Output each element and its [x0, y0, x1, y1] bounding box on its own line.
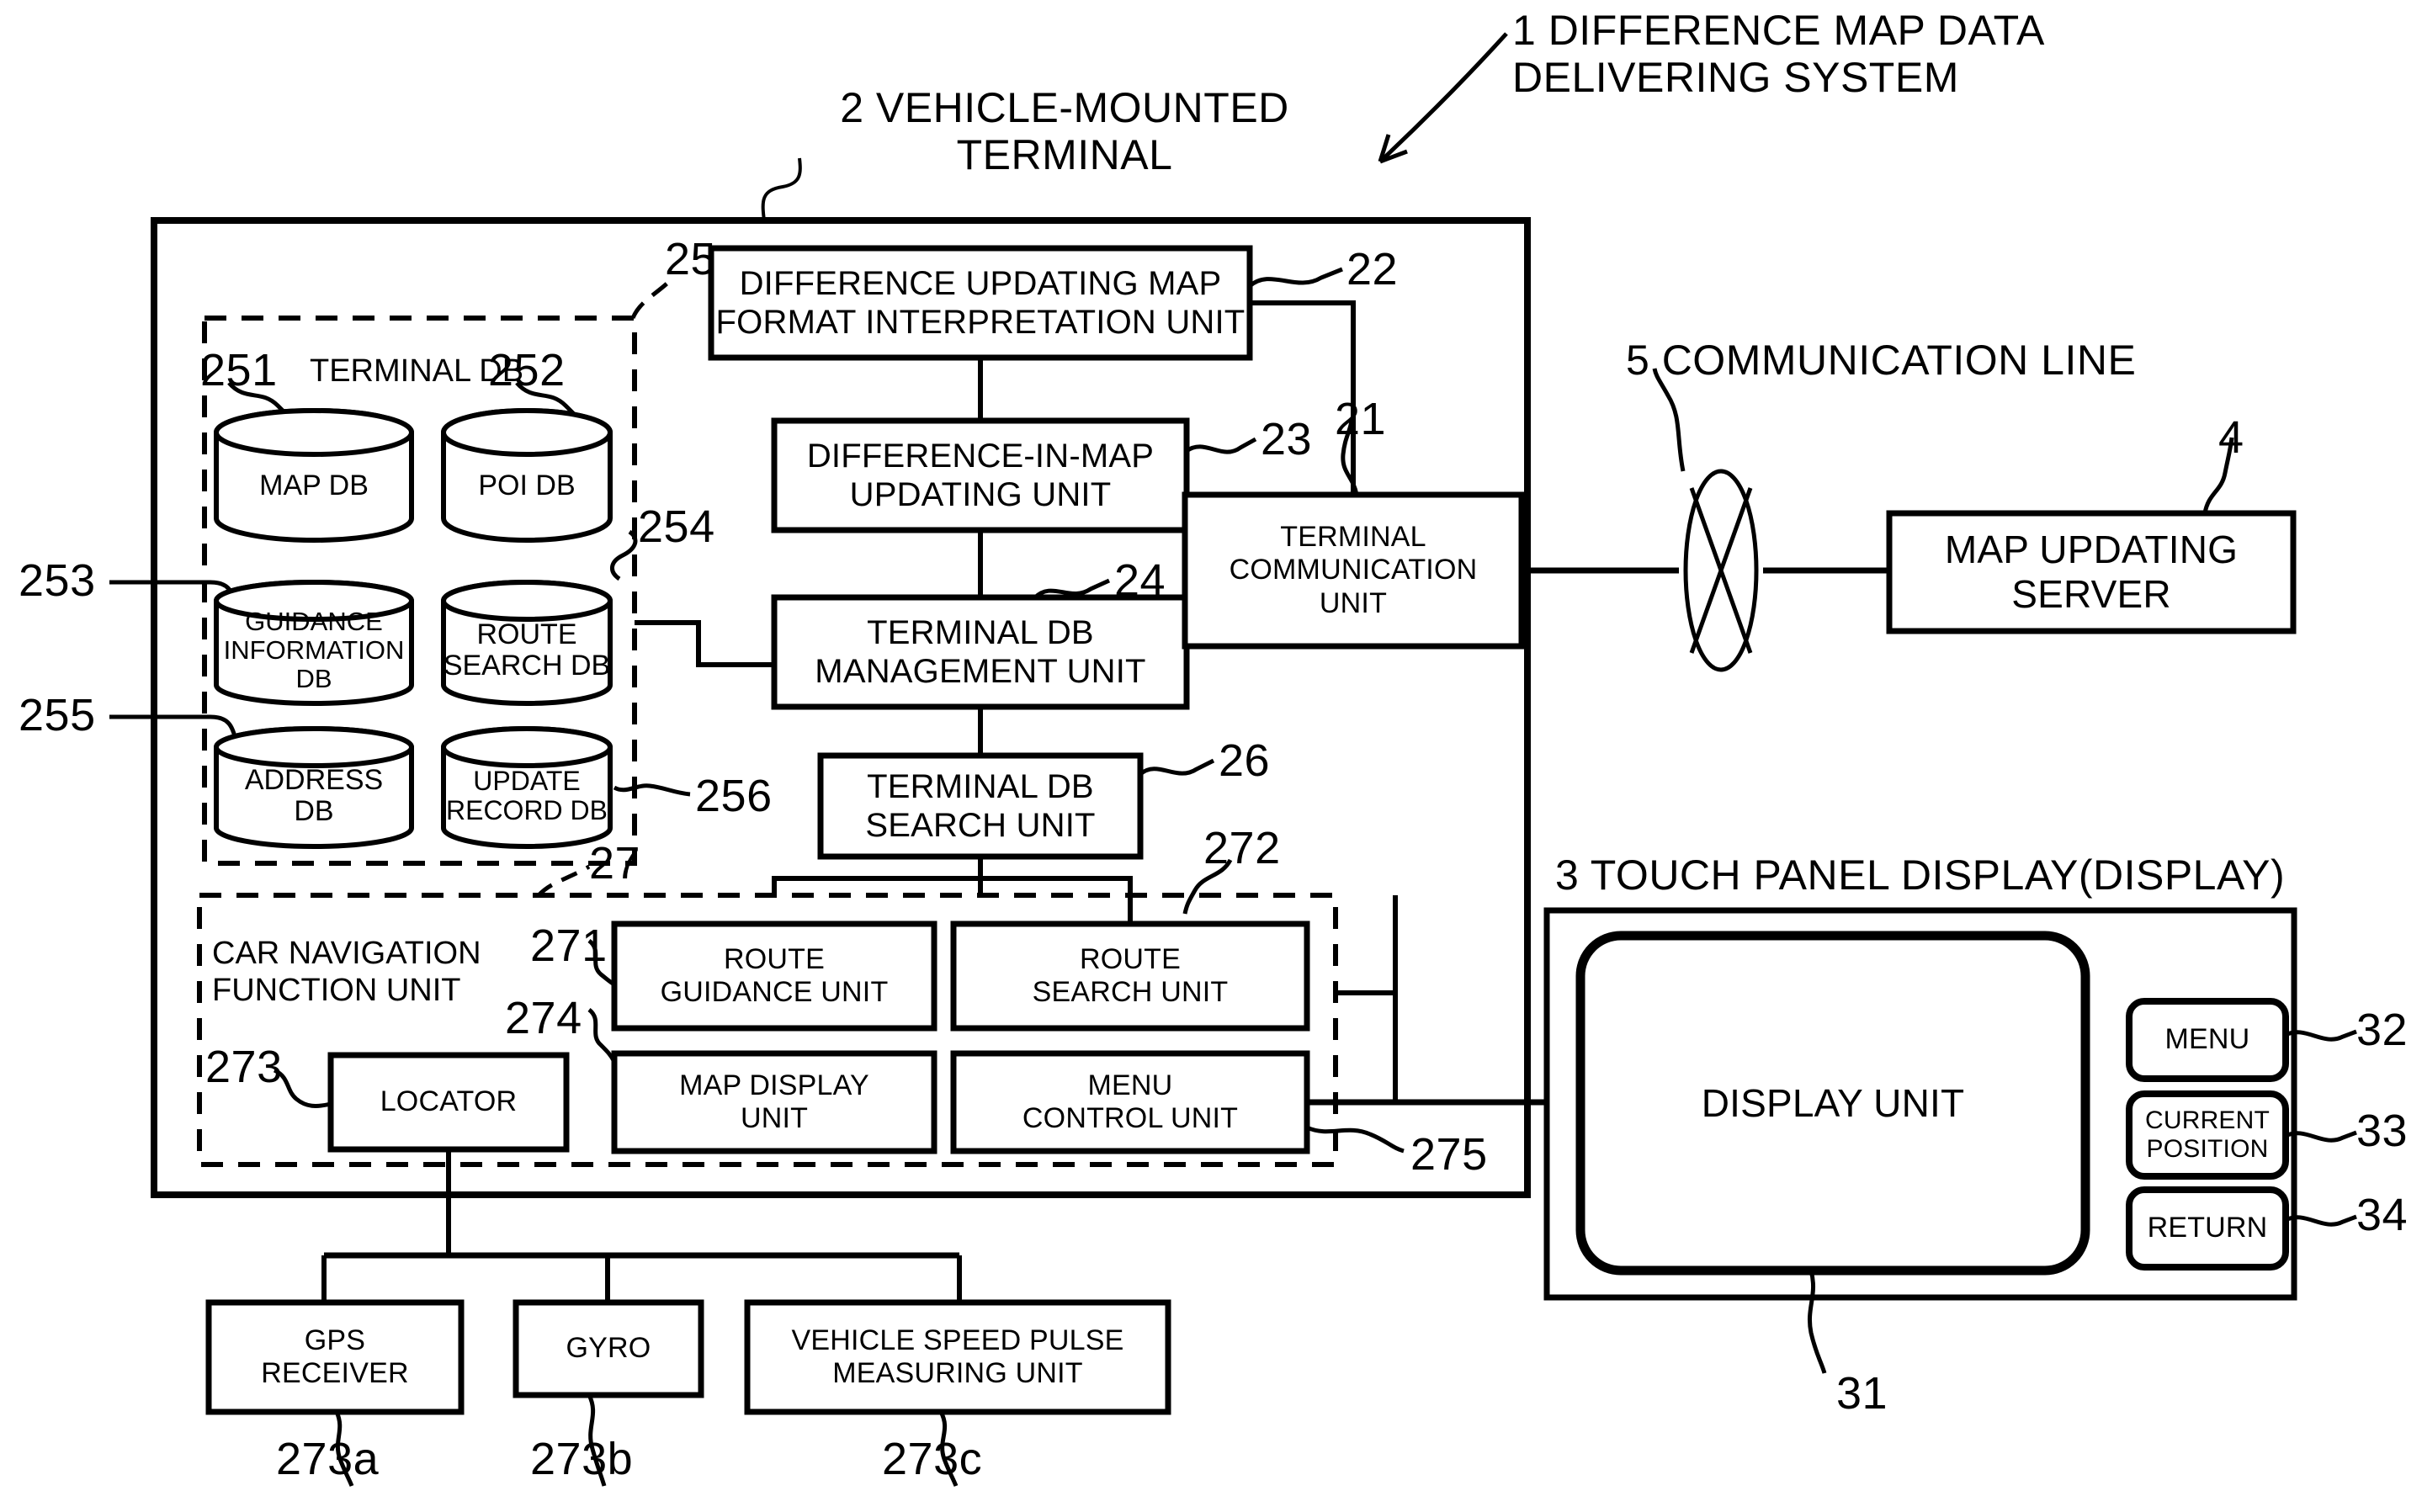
communication-line-title: 5 COMMUNICATION LINE — [1626, 337, 2137, 384]
ref-273c: 273c — [882, 1434, 983, 1484]
leader-5 — [1652, 368, 1686, 472]
ref-26: 26 — [1219, 735, 1271, 786]
sensor-273b-label: GYRO — [566, 1332, 651, 1365]
ref-275: 275 — [1410, 1129, 1488, 1180]
db-guidance-information-db: GUIDANCE INFORMATION DB — [213, 579, 415, 707]
link-275-vert2 — [1333, 895, 1395, 993]
touch-panel-title: 3 TOUCH PANEL DISPLAY(DISPLAY) — [1555, 851, 2286, 899]
link-carnav-272-rise — [980, 876, 1133, 895]
vehicle-terminal-title: 2 VEHICLE-MOUNTED TERMINAL — [840, 84, 1289, 178]
leader-33 — [2284, 1130, 2357, 1143]
ref-27: 27 — [589, 838, 641, 889]
leader-1-arrow — [1378, 32, 1508, 163]
ref-252: 252 — [488, 345, 566, 395]
ref-253: 253 — [19, 555, 96, 606]
leader-273 — [273, 1068, 332, 1108]
leader-34 — [2284, 1214, 2357, 1227]
ref-274: 274 — [505, 993, 582, 1043]
ref-273b: 273b — [530, 1434, 634, 1484]
unit-23-label: DIFFERENCE-IN-MAP UPDATING UNIT — [806, 438, 1155, 513]
ref-22: 22 — [1346, 244, 1399, 294]
ref-34: 34 — [2356, 1190, 2409, 1240]
ref-32: 32 — [2356, 1005, 2409, 1055]
db-poi-db-label: POI DB — [478, 470, 576, 502]
display-unit-label: DISPLAY UNIT — [1701, 1080, 1965, 1125]
comm-line-symbol — [1683, 469, 1759, 672]
button-34-label[interactable]: RETURN — [2129, 1190, 2286, 1267]
leader-256 — [613, 783, 691, 797]
ref-31: 31 — [1836, 1368, 1888, 1419]
ref-272: 272 — [1203, 823, 1281, 873]
db-update-record-db-label: UPDATE RECORD DB — [445, 765, 608, 825]
leader-24 — [1033, 578, 1111, 599]
leader-23 — [1185, 437, 1257, 454]
ref-271: 271 — [530, 920, 608, 971]
db-map-db: MAP DB — [213, 407, 415, 544]
unit-271-label: ROUTE GUIDANCE UNIT — [660, 942, 889, 1008]
ref-251: 251 — [200, 345, 278, 395]
db-map-db-label: MAP DB — [259, 470, 369, 502]
car-nav-title: CAR NAVIGATION FUNCTION UNIT — [212, 936, 481, 1008]
leader-31 — [1807, 1270, 1827, 1374]
unit-272-label: ROUTE SEARCH UNIT — [1032, 942, 1229, 1008]
db-route-search-db: ROUTE SEARCH DB — [440, 579, 613, 707]
patent-figure: MAP DB POI DB GUIDANCE INFORMATION DB ROUT… — [0, 0, 2422, 1512]
ref-21: 21 — [1335, 394, 1387, 444]
ref-25: 25 — [665, 234, 717, 284]
link-db-24 — [635, 620, 774, 667]
button-33-label[interactable]: CURRENT POSITION — [2129, 1094, 2286, 1176]
db-guidance-information-db-label: GUIDANCE INFORMATION DB — [223, 606, 405, 694]
ref-273a: 273a — [276, 1434, 380, 1484]
comm-line-cross — [1689, 487, 1753, 654]
server-label: MAP UPDATING SERVER — [1944, 528, 2239, 616]
leader-1-arrowhead — [1378, 134, 1408, 164]
system-title: 1 DIFFERENCE MAP DATA DELIVERING SYSTEM — [1512, 7, 2045, 101]
unit-26-label: TERMINAL DB SEARCH UNIT — [865, 768, 1096, 844]
db-address-db: ADDRESS DB — [213, 725, 415, 850]
leader-26 — [1139, 758, 1215, 777]
unit-21-label: TERMINAL COMMUNICATION UNIT — [1229, 521, 1478, 619]
leader-32 — [2284, 1029, 2357, 1042]
link-26-carnav-jog — [772, 857, 983, 895]
db-update-record-db: UPDATE RECORD DB — [440, 725, 613, 850]
unit-275-label: MENU CONTROL UNIT — [1022, 1069, 1239, 1134]
db-route-search-db-label: ROUTE SEARCH DB — [443, 618, 611, 682]
button-32-label[interactable]: MENU — [2129, 1001, 2286, 1079]
leader-274 — [587, 1008, 617, 1064]
ref-255: 255 — [19, 690, 96, 740]
sensor-273c-label: VEHICLE SPEED PULSE MEASURING UNIT — [791, 1324, 1124, 1389]
leader-2 — [761, 157, 802, 221]
db-poi-db: POI DB — [440, 407, 613, 544]
leader-275 — [1305, 1125, 1405, 1154]
leader-254 — [610, 529, 638, 581]
ref-254: 254 — [638, 501, 715, 552]
ref-256: 256 — [695, 771, 773, 821]
unit-24-label: TERMINAL DB MANAGEMENT UNIT — [815, 614, 1146, 690]
unit-22-label: DIFFERENCE UPDATING MAP FORMAT INTERPRETA… — [715, 265, 1246, 341]
sensor-273a-label: GPS RECEIVER — [261, 1324, 409, 1389]
ref-23: 23 — [1261, 414, 1313, 464]
leader-22 — [1248, 267, 1343, 288]
unit-274-label: MAP DISPLAY UNIT — [679, 1069, 869, 1134]
unit-273-label: LOCATOR — [380, 1085, 518, 1118]
ref-4: 4 — [2218, 412, 2244, 463]
ref-273: 273 — [205, 1042, 283, 1092]
db-address-db-label: ADDRESS DB — [244, 763, 384, 827]
leader-27 — [537, 864, 591, 897]
ref-33: 33 — [2356, 1106, 2409, 1156]
